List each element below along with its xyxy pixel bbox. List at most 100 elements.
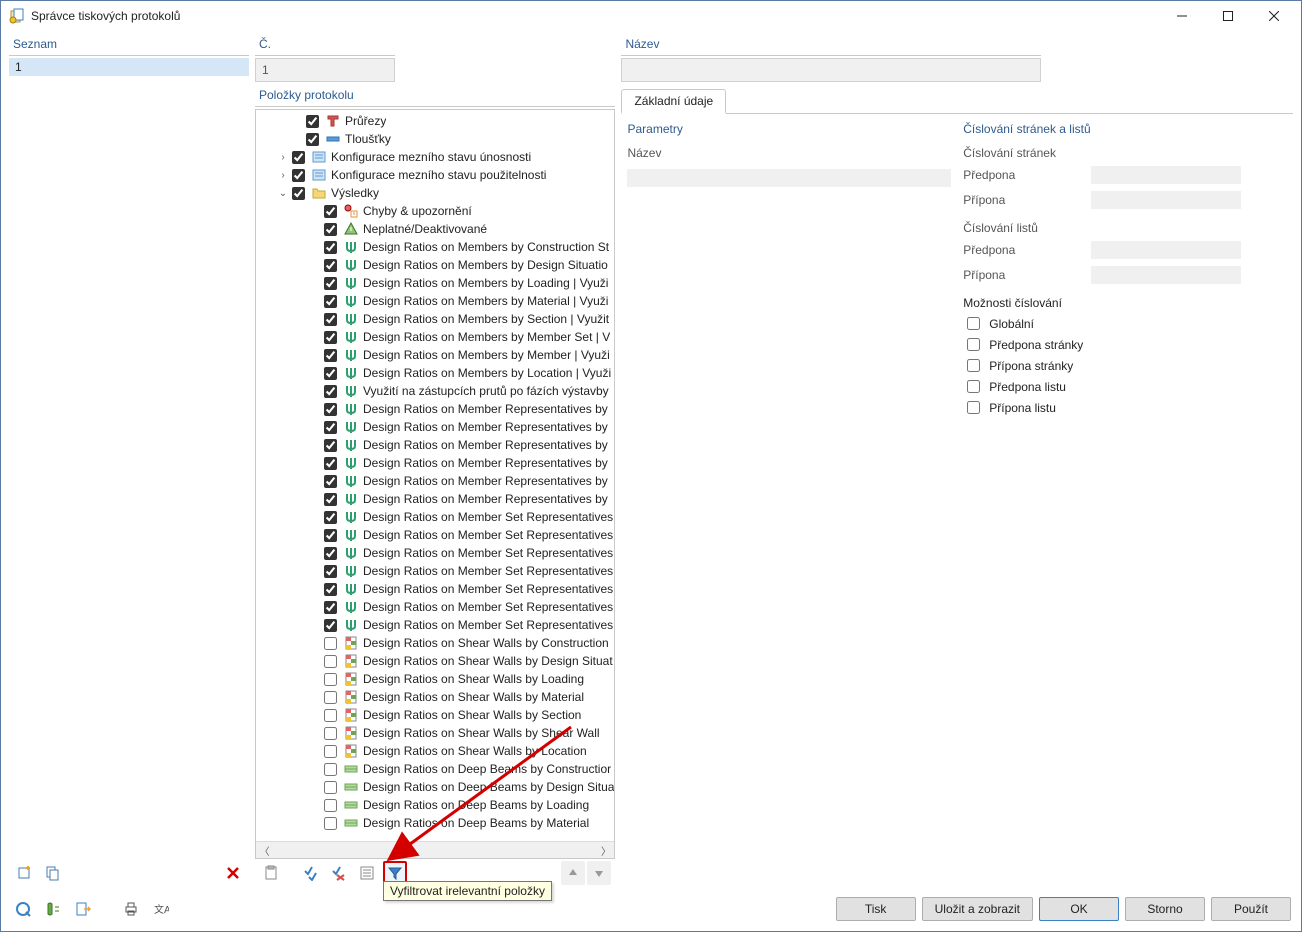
checkbox[interactable] [324, 385, 337, 398]
checkbox[interactable] [324, 817, 337, 830]
checkbox[interactable] [292, 169, 305, 182]
checkbox[interactable] [324, 457, 337, 470]
checkbox[interactable] [324, 727, 337, 740]
move-down-button[interactable] [587, 861, 611, 885]
tree-item[interactable]: ⌄Výsledky [256, 184, 614, 202]
tree-item[interactable]: Design Ratios on Members by Section | Vy… [256, 310, 614, 328]
checkbox[interactable] [324, 403, 337, 416]
checkbox[interactable] [324, 601, 337, 614]
tree-item[interactable]: Design Ratios on Shear Walls by Location [256, 742, 614, 760]
checkbox[interactable] [306, 133, 319, 146]
checkbox[interactable] [324, 205, 337, 218]
paste-button[interactable] [259, 861, 283, 885]
checkbox[interactable] [324, 529, 337, 542]
checkbox[interactable] [324, 583, 337, 596]
tree-item[interactable]: ›Konfigurace mezního stavu použitelnosti [256, 166, 614, 184]
tree-item[interactable]: Design Ratios on Deep Beams by Loading [256, 796, 614, 814]
tree-item[interactable]: Design Ratios on Deep Beams by Material [256, 814, 614, 832]
checkbox[interactable] [292, 187, 305, 200]
cancel-button[interactable]: Storno [1125, 897, 1205, 921]
checkbox[interactable] [324, 259, 337, 272]
script-button[interactable] [41, 897, 65, 921]
option-checkbox[interactable] [967, 317, 980, 330]
list-button[interactable] [355, 861, 379, 885]
checkbox[interactable] [306, 115, 319, 128]
tree-item[interactable]: Design Ratios on Member Set Representati… [256, 526, 614, 544]
checkbox[interactable] [324, 241, 337, 254]
tree-item[interactable]: Design Ratios on Shear Walls by Design S… [256, 652, 614, 670]
copy-button[interactable] [41, 861, 65, 885]
n-value[interactable] [621, 58, 1041, 82]
tree-item[interactable]: Neplatné/Deaktivované [256, 220, 614, 238]
checkbox[interactable] [324, 475, 337, 488]
checkbox[interactable] [324, 673, 337, 686]
checkbox[interactable] [324, 637, 337, 650]
tree-item[interactable]: Design Ratios on Shear Walls by Material [256, 688, 614, 706]
help-button[interactable] [11, 897, 35, 921]
tree-item[interactable]: Design Ratios on Member Set Representati… [256, 544, 614, 562]
tree-item[interactable]: Design Ratios on Members by Member | Vyu… [256, 346, 614, 364]
tree[interactable]: PrůřezyTloušťky›Konfigurace mezního stav… [256, 110, 614, 834]
checkbox[interactable] [324, 223, 337, 236]
sheet-suffix-input[interactable] [1091, 266, 1241, 284]
tree-item[interactable]: Design Ratios on Members by Material | V… [256, 292, 614, 310]
printer-button[interactable] [119, 897, 143, 921]
apply-button[interactable]: Použít [1211, 897, 1291, 921]
checkbox[interactable] [324, 763, 337, 776]
scroll-left-icon[interactable]: 〈 [256, 842, 273, 859]
tree-item[interactable]: Design Ratios on Members by Location | V… [256, 364, 614, 382]
horizontal-scrollbar[interactable]: 〈 〉 [256, 841, 614, 858]
toggle-icon[interactable]: › [276, 168, 290, 182]
option-checkbox[interactable] [967, 401, 980, 414]
page-prefix-input[interactable] [1091, 166, 1241, 184]
c-value[interactable]: 1 [255, 58, 395, 82]
tree-item[interactable]: Design Ratios on Member Set Representati… [256, 508, 614, 526]
close-button[interactable] [1251, 1, 1297, 31]
tree-item[interactable]: Design Ratios on Deep Beams by Construct… [256, 760, 614, 778]
new-button[interactable] [13, 861, 37, 885]
move-up-button[interactable] [561, 861, 585, 885]
option-checkbox[interactable] [967, 359, 980, 372]
tree-item[interactable]: ›Konfigurace mezního stavu únosnosti [256, 148, 614, 166]
option-checkbox[interactable] [967, 380, 980, 393]
tree-item[interactable]: Průřezy [256, 112, 614, 130]
save-show-button[interactable]: Uložit a zobrazit [922, 897, 1033, 921]
checkbox[interactable] [324, 745, 337, 758]
checkbox[interactable] [324, 565, 337, 578]
tree-item[interactable]: Design Ratios on Member Representatives … [256, 490, 614, 508]
tree-item[interactable]: Design Ratios on Members by Design Situa… [256, 256, 614, 274]
toggle-icon[interactable]: ⌄ [276, 186, 290, 200]
tree-item[interactable]: Design Ratios on Member Representatives … [256, 418, 614, 436]
tree-item[interactable]: Design Ratios on Shear Walls by Construc… [256, 634, 614, 652]
minimize-button[interactable] [1159, 1, 1205, 31]
tree-item[interactable]: Design Ratios on Member Representatives … [256, 400, 614, 418]
check-all-button[interactable] [299, 861, 323, 885]
maximize-button[interactable] [1205, 1, 1251, 31]
tree-item[interactable]: Design Ratios on Member Set Representati… [256, 562, 614, 580]
checkbox[interactable] [324, 619, 337, 632]
checkbox[interactable] [324, 781, 337, 794]
language-button[interactable]: 文A [149, 897, 173, 921]
option-checkbox[interactable] [967, 338, 980, 351]
tree-item[interactable]: Využití na zástupcích prutů po fázích vý… [256, 382, 614, 400]
checkbox[interactable] [324, 709, 337, 722]
checkbox[interactable] [324, 493, 337, 506]
tree-item[interactable]: Design Ratios on Member Set Representati… [256, 616, 614, 634]
checkbox[interactable] [324, 691, 337, 704]
checkbox[interactable] [324, 799, 337, 812]
checkbox[interactable] [292, 151, 305, 164]
export-button[interactable] [71, 897, 95, 921]
tree-item[interactable]: Design Ratios on Members by Construction… [256, 238, 614, 256]
tree-item[interactable]: Design Ratios on Deep Beams by Design Si… [256, 778, 614, 796]
checkbox[interactable] [324, 655, 337, 668]
tree-item[interactable]: Design Ratios on Shear Walls by Shear Wa… [256, 724, 614, 742]
tree-item[interactable]: Design Ratios on Shear Walls by Loading [256, 670, 614, 688]
checkbox[interactable] [324, 439, 337, 452]
scroll-right-icon[interactable]: 〉 [597, 842, 614, 859]
tree-item[interactable]: Design Ratios on Shear Walls by Section [256, 706, 614, 724]
print-button[interactable]: Tisk [836, 897, 916, 921]
list-item[interactable]: 1 [9, 58, 249, 76]
tree-item[interactable]: Design Ratios on Member Representatives … [256, 454, 614, 472]
tree-item[interactable]: Tloušťky [256, 130, 614, 148]
checkbox[interactable] [324, 277, 337, 290]
